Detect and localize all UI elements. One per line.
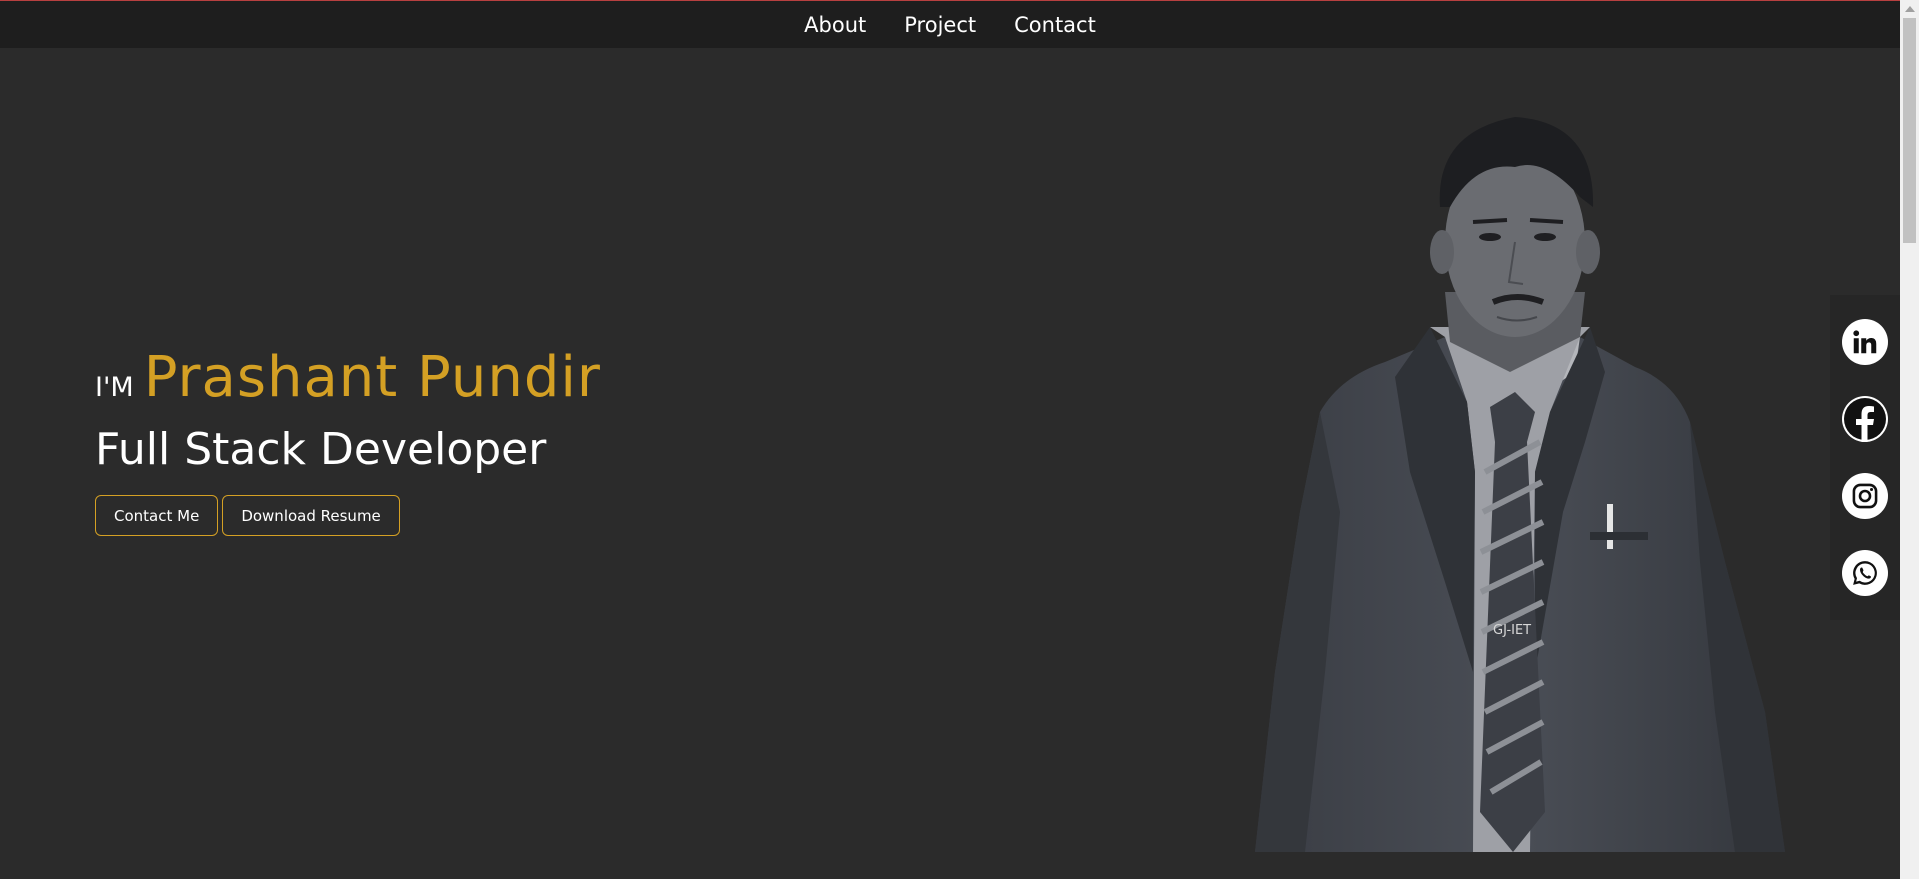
hero-role: Full Stack Developer: [95, 424, 547, 475]
linkedin-icon: [1853, 330, 1877, 353]
tie-text: GJ-IET: [1493, 623, 1531, 638]
linkedin-button[interactable]: [1842, 318, 1888, 365]
hero-buttons: Contact Me Download Resume: [95, 495, 601, 536]
social-sidebar: [1830, 295, 1900, 620]
nav-link-contact[interactable]: Contact: [1014, 13, 1096, 37]
whatsapp-button[interactable]: [1842, 550, 1888, 597]
instagram-icon: [1852, 483, 1878, 509]
facebook-button[interactable]: [1842, 395, 1888, 442]
nav-link-project[interactable]: Project: [904, 13, 976, 37]
hero-intro: I'M Prashant Pundir Full Stack Developer…: [95, 345, 601, 536]
hero-name: Prashant Pundir: [143, 345, 601, 410]
scroll-thumb[interactable]: [1903, 18, 1916, 243]
whatsapp-icon: [1853, 561, 1877, 586]
page: About Project Contact I'M Prashant Pundi…: [0, 0, 1919, 879]
name-prefix: I'M: [95, 372, 134, 403]
contact-me-button[interactable]: Contact Me: [95, 495, 219, 536]
name-line: I'M Prashant Pundir: [95, 345, 601, 410]
vertical-scrollbar[interactable]: [1900, 0, 1919, 879]
top-navbar: About Project Contact: [0, 1, 1900, 48]
scroll-up-arrow-icon[interactable]: [1905, 6, 1915, 12]
profile-portrait: GJ-IET: [1255, 117, 1795, 852]
instagram-button[interactable]: [1842, 473, 1888, 520]
facebook-icon: [1844, 397, 1886, 442]
download-resume-button[interactable]: Download Resume: [222, 495, 400, 536]
nav-link-about[interactable]: About: [804, 13, 866, 37]
